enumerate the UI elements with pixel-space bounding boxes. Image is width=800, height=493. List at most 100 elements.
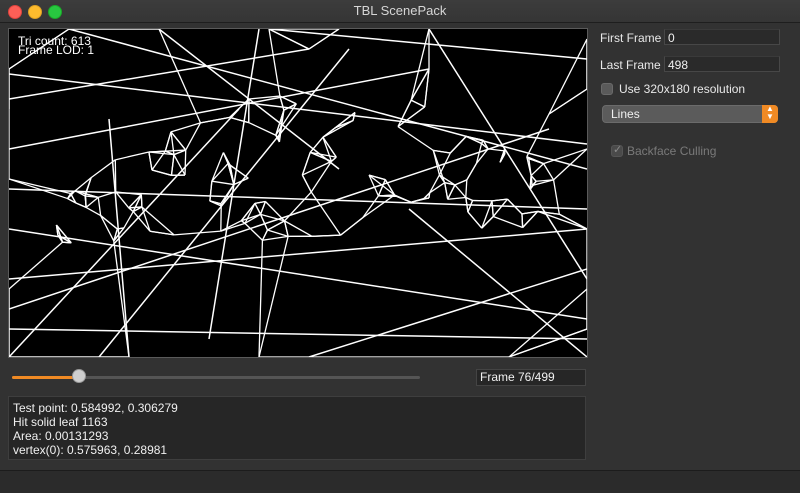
backface-culling-label: Backface Culling [627, 144, 716, 158]
mesh-edge [129, 195, 142, 208]
mesh-edge [159, 29, 339, 169]
render-mode-value: Lines [611, 107, 640, 121]
mesh-edge [141, 195, 142, 207]
mesh-edge [336, 121, 353, 128]
mesh-edge [468, 200, 473, 211]
mesh-edge [159, 29, 201, 123]
mesh-edge [262, 230, 267, 240]
mesh-edge [261, 214, 268, 230]
title-bar: TBL ScenePack [0, 0, 800, 23]
first-frame-input[interactable]: 0 [664, 29, 780, 45]
mesh-edge [398, 127, 433, 151]
mesh-edge [341, 218, 363, 235]
mesh-edge [259, 236, 288, 357]
log-line: Test point: 0.584992, 0.306279 [13, 401, 581, 415]
mesh-edge [467, 163, 477, 179]
last-frame-label: Last Frame [600, 58, 661, 72]
mesh-edge [285, 221, 312, 236]
mesh-edge [149, 151, 165, 152]
mesh-edge [261, 201, 266, 214]
mesh-edge [493, 199, 507, 216]
mesh-edge [98, 197, 100, 215]
mesh-edge [544, 149, 587, 164]
backface-culling-checkbox[interactable]: ✓ [611, 145, 623, 157]
mesh-edge [210, 181, 212, 201]
mesh-edge [411, 199, 424, 203]
mesh-edge [223, 153, 230, 166]
wireframe-mesh [9, 29, 587, 357]
checkmark-icon: ✓ [613, 143, 622, 156]
mesh-edge [185, 150, 186, 175]
mesh-edge [279, 139, 280, 142]
mesh-edge [63, 242, 72, 243]
mesh-edge [544, 164, 554, 180]
frame-counter-field[interactable]: Frame 76/499 [476, 369, 586, 386]
mesh-edge [433, 150, 450, 153]
mesh-edge [492, 201, 493, 217]
log-line: Area: 0.00131293 [13, 429, 581, 443]
debug-log[interactable]: Test point: 0.584992, 0.306279Hit solid … [8, 396, 586, 460]
mesh-edge [468, 212, 482, 228]
mesh-edge [9, 242, 63, 289]
render-mode-select[interactable]: Lines ▲▼ [602, 105, 778, 123]
log-line: Hit solid leaf 1163 [13, 415, 581, 429]
mesh-edge [165, 132, 171, 151]
mesh-edge [466, 180, 467, 198]
mesh-edge [331, 157, 336, 161]
updown-arrows-icon: ▲▼ [762, 105, 778, 123]
render-viewport[interactable]: Tri count: 613 Frame LOD: 1 [8, 28, 588, 358]
mesh-edge [174, 231, 221, 235]
mesh-edge [212, 164, 228, 182]
mesh-edge [9, 229, 587, 319]
mesh-edge [309, 29, 339, 49]
mesh-edge [129, 208, 133, 212]
frame-lod-label: Frame LOD: 1 [18, 44, 94, 56]
mesh-edge [397, 196, 411, 202]
low-res-checkbox[interactable] [601, 83, 613, 95]
mesh-edge [201, 117, 230, 123]
mesh-edge [492, 199, 508, 201]
mesh-edge [448, 197, 466, 199]
mesh-edge [76, 203, 86, 207]
mesh-edge [378, 196, 396, 197]
mesh-edge [255, 201, 265, 203]
mesh-edge [115, 152, 149, 160]
mesh-edge [323, 128, 336, 138]
mesh-edge [255, 203, 261, 214]
mesh-edge [323, 137, 336, 157]
mesh-edge [56, 225, 71, 243]
mesh-edge [149, 152, 152, 170]
mesh-edge [171, 155, 173, 176]
mesh-edge [249, 123, 276, 136]
mesh-edge [69, 29, 587, 169]
mesh-edge [86, 207, 101, 215]
mesh-edge [549, 39, 587, 114]
mesh-edge [531, 164, 543, 176]
mesh-edge [86, 197, 98, 207]
mesh-edge [302, 175, 311, 192]
mesh-edge [429, 29, 587, 279]
mesh-edge [152, 170, 172, 175]
frame-slider-fill [12, 376, 79, 379]
mesh-edge [152, 151, 165, 170]
mesh-edge [493, 216, 522, 227]
mesh-edge [9, 329, 587, 339]
mesh-edge [91, 160, 115, 178]
mesh-edge [230, 117, 249, 122]
mesh-edge [310, 137, 323, 152]
mesh-edge [212, 181, 234, 184]
mesh-edge [448, 185, 455, 199]
mesh-edge [559, 214, 587, 229]
mesh-edge [101, 216, 114, 241]
mesh-edge [455, 185, 466, 198]
frame-slider-thumb[interactable] [72, 369, 86, 383]
mesh-edge [554, 180, 560, 214]
log-line: vertex(1): 0.590977, 0.309211 [13, 457, 581, 460]
mesh-edge [455, 180, 467, 185]
mesh-edge [9, 129, 549, 309]
mesh-edge [209, 29, 259, 339]
mesh-edge [363, 195, 395, 218]
window-title: TBL ScenePack [0, 3, 800, 18]
last-frame-input[interactable]: 498 [664, 56, 780, 72]
mesh-edge [262, 236, 288, 240]
